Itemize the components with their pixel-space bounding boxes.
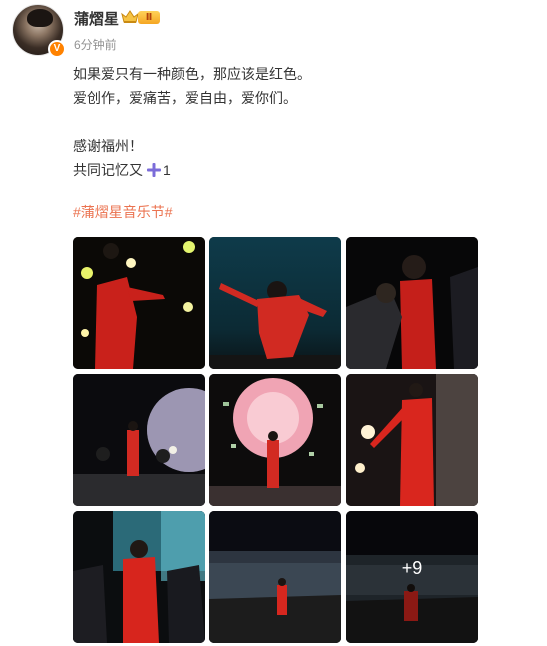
content-line-empty bbox=[73, 110, 513, 134]
photo-thumbnail[interactable] bbox=[346, 237, 478, 369]
content-last-prefix: 共同记忆又 bbox=[73, 162, 143, 178]
content-line: 爱创作，爱痛苦，爱自由，爱你们。 bbox=[73, 90, 297, 106]
content-last-suffix: 1 bbox=[163, 162, 171, 178]
verified-badge-icon: V bbox=[48, 40, 66, 58]
user-name[interactable]: 蒲熠星 bbox=[74, 8, 119, 29]
photo-thumbnail-more[interactable]: +9 bbox=[346, 511, 478, 643]
weibo-post: V 蒲熠星 Ⅱ 6分钟前 如果爱只有一种颜色，那应该是红色。 爱创作，爱痛苦，爱… bbox=[0, 0, 547, 646]
plus-icon bbox=[147, 163, 161, 177]
photo-thumbnail[interactable] bbox=[73, 374, 205, 506]
post-time[interactable]: 6分钟前 bbox=[74, 36, 117, 53]
crown-icon bbox=[121, 10, 139, 23]
photo-thumbnail[interactable] bbox=[346, 374, 478, 506]
more-photos-count: +9 bbox=[346, 511, 478, 643]
photo-thumbnail[interactable] bbox=[209, 374, 341, 506]
photo-thumbnail[interactable] bbox=[73, 511, 205, 643]
photo-thumbnail[interactable] bbox=[73, 237, 205, 369]
content-line: 感谢福州！ bbox=[73, 138, 143, 154]
content-line-last: 共同记忆又 1 bbox=[73, 158, 513, 182]
photo-thumbnail[interactable] bbox=[209, 237, 341, 369]
post-content: 如果爱只有一种颜色，那应该是红色。 爱创作，爱痛苦，爱自由，爱你们。 感谢福州！… bbox=[73, 62, 513, 182]
photo-grid: +9 bbox=[73, 237, 478, 643]
avatar[interactable]: V bbox=[12, 4, 66, 58]
level-badge[interactable]: Ⅱ bbox=[138, 11, 160, 24]
content-line: 如果爱只有一种颜色，那应该是红色。 bbox=[73, 66, 311, 82]
hashtag-link[interactable]: #蒲熠星音乐节# bbox=[73, 202, 173, 222]
photo-thumbnail[interactable] bbox=[209, 511, 341, 643]
